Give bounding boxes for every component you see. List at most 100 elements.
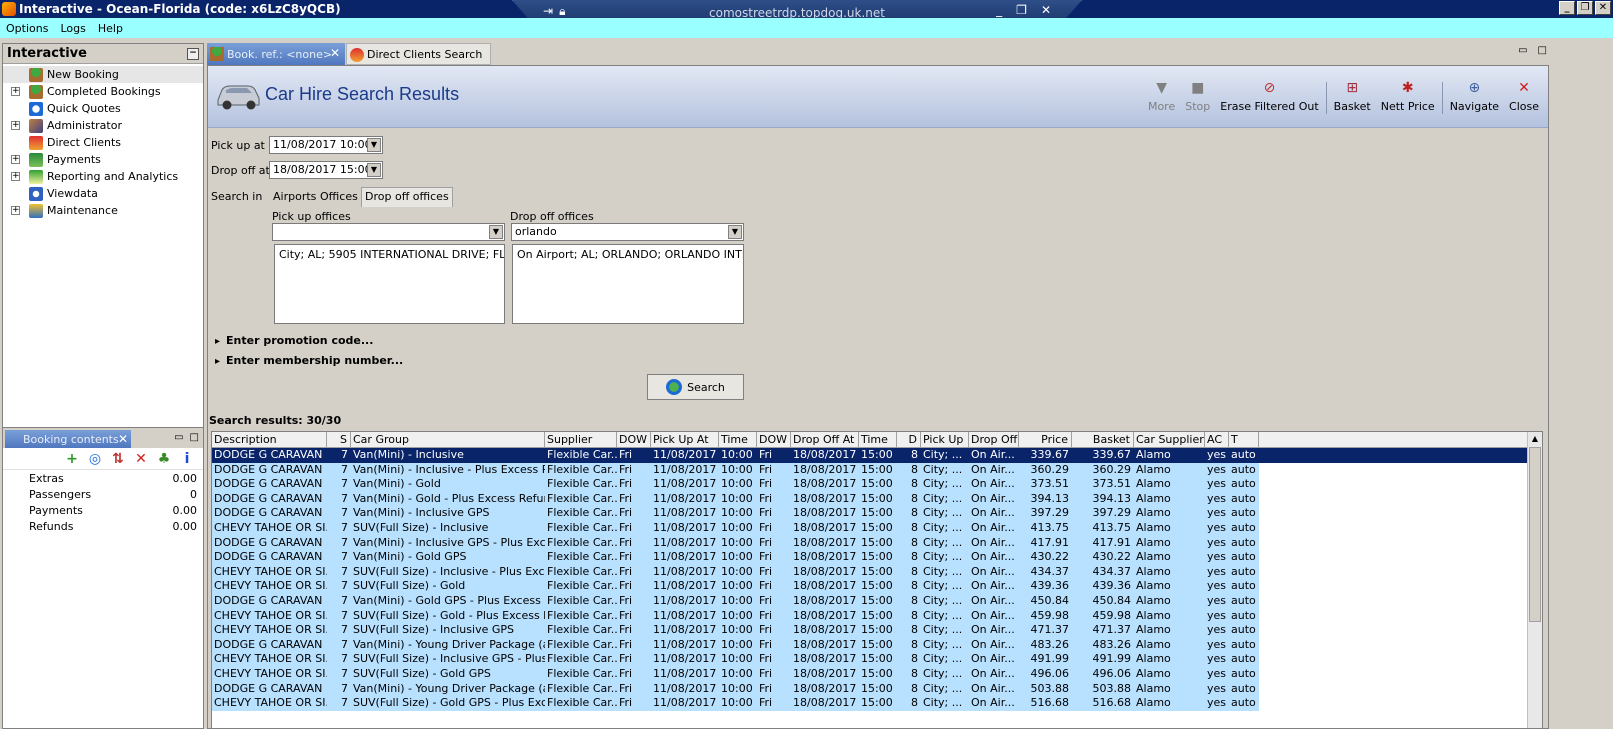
table-row[interactable]: CHEVY TAHOE OR SI... 7 SUV(Full Size) - In… [212,520,1542,536]
scroll-up-icon[interactable]: ▲ [1528,432,1542,446]
basket-button[interactable]: ⊞ Basket [1329,80,1376,124]
maximize-document-icon[interactable]: □ [1538,45,1547,56]
promotion-code-expander[interactable]: Enter promotion code... [215,334,373,347]
sidebar-item-payments[interactable]: + Payments [3,151,203,168]
table-row[interactable]: CHEVY TAHOE OR SI... 7 SUV(Full Size) - Go… [212,579,1542,594]
pickup-datetime-field[interactable]: 11/08/2017 10:00 ▼ [269,136,383,154]
list-item[interactable]: City; AL; 5905 INTERNATIONAL DRIVE; FLO.… [279,248,504,261]
membership-number-expander[interactable]: Enter membership number... [215,354,403,367]
table-row[interactable]: DODGE G CARAVAN ... 7 Van(Mini) - Young Dr… [212,637,1542,653]
table-row[interactable]: DODGE G CARAVAN ... 7 Van(Mini) - Gold - P… [212,491,1542,507]
column-header[interactable]: Time [719,432,757,447]
maximize-panel-icon[interactable]: □ [190,432,199,443]
expand-icon[interactable]: + [11,155,20,164]
vertical-scrollbar[interactable]: ▲ [1527,432,1542,728]
column-header[interactable]: Supplier [545,432,617,447]
column-header[interactable]: Price [1019,432,1072,447]
sidebar-item-completed-bookings[interactable]: + Completed Bookings [3,83,203,100]
minimize-button[interactable]: _ [1559,1,1575,15]
pin-icon[interactable]: ⇥ [543,4,553,19]
sidebar-item-viewdata[interactable]: Viewdata [3,185,203,202]
column-header[interactable]: T [1229,432,1259,447]
table-row[interactable]: DODGE G CARAVAN ... 7 Van(Mini) - Young Dr… [212,681,1542,697]
expand-icon[interactable]: + [11,121,20,130]
column-header[interactable]: Car Group [351,432,545,447]
column-header[interactable]: DOW [617,432,651,447]
sidebar-item-administrator[interactable]: + Administrator [3,117,203,134]
table-row[interactable]: CHEVY TAHOE OR SI... 7 SUV(Full Size) - In… [212,623,1542,638]
search-button[interactable]: Search [647,374,744,400]
table-row[interactable]: CHEVY TAHOE OR SI... 7 SUV(Full Size) - In… [212,652,1542,667]
scrollbar-thumb[interactable] [1529,447,1541,622]
table-row[interactable]: DODGE G CARAVAN ... 7 Van(Mini) - Inclusiv… [212,448,1542,463]
column-header[interactable]: S [327,432,351,447]
minimize-document-icon[interactable]: ▭ [1518,45,1527,56]
pickup-offices-input[interactable]: ▼ [272,223,505,241]
expand-icon[interactable]: + [11,172,20,181]
table-row[interactable]: DODGE G CARAVAN ... 7 Van(Mini) - Inclusiv… [212,506,1542,521]
column-header[interactable]: Drop Off [969,432,1019,447]
menu-logs[interactable]: Logs [54,22,91,35]
rdp-minimize-button[interactable]: _ [996,3,1002,17]
column-header[interactable]: Description [212,432,327,447]
column-header[interactable]: AC [1205,432,1229,447]
table-row[interactable]: DODGE G CARAVAN ... 7 Van(Mini) - Gold Flex… [212,477,1542,492]
sidebar-item-direct-clients[interactable]: Direct Clients [3,134,203,151]
column-header[interactable]: Drop Off At [791,432,859,447]
menu-options[interactable]: Options [0,22,54,35]
column-header[interactable]: Car Supplier [1134,432,1205,447]
close-view-button[interactable]: ✕ Close [1504,80,1544,124]
tab-booking-reference[interactable]: Book. ref.: <none> ✕ [207,43,345,65]
expand-icon[interactable]: + [11,87,20,96]
column-header[interactable]: D [897,432,921,447]
search-tab-offices[interactable]: Offices [317,188,361,208]
table-row[interactable]: CHEVY TAHOE OR SI... 7 SUV(Full Size) - Go… [212,608,1542,624]
dropoff-datetime-field[interactable]: 18/08/2017 15:00 ▼ [269,161,383,179]
search-tab-airports[interactable]: Airports [270,188,319,208]
column-header[interactable]: Pick Up At [651,432,719,447]
info-icon[interactable]: i [179,451,195,467]
close-button[interactable]: ✕ [1595,1,1611,15]
dropoff-offices-input[interactable]: orlando ▼ [511,223,744,241]
table-row[interactable]: DODGE G CARAVAN ... 7 Van(Mini) - Inclusiv… [212,535,1542,551]
sidebar-item-maintenance[interactable]: + Maintenance [3,202,203,219]
list-item[interactable]: On Airport; AL; ORLANDO; ORLANDO INTER..… [517,248,743,261]
close-tab-icon[interactable]: ✕ [330,46,340,60]
sidebar-item-new-booking[interactable]: New Booking [3,66,203,83]
rdp-restore-button[interactable]: ❐ [1016,3,1027,17]
minimize-panel-icon[interactable]: ▭ [174,432,183,443]
column-header[interactable]: Time [859,432,897,447]
table-row[interactable]: DODGE G CARAVAN ... 7 Van(Mini) - Inclusiv… [212,462,1542,478]
chevron-down-icon[interactable]: ▼ [489,225,503,239]
restore-button[interactable]: ❐ [1577,1,1593,15]
chevron-down-icon[interactable]: ▼ [728,225,742,239]
nett-price-button[interactable]: ✱ Nett Price [1376,80,1440,124]
expand-icon[interactable]: + [11,206,20,215]
add-icon[interactable]: + [64,451,80,467]
stop-button[interactable]: ■ Stop [1180,80,1215,124]
search-tab-drop-off-offices[interactable]: Drop off offices [361,187,453,207]
delete-icon[interactable]: ✕ [133,451,149,467]
table-row[interactable]: DODGE G CARAVAN ... 7 Van(Mini) - Gold GPS… [212,593,1542,609]
sidebar-item-reporting[interactable]: + Reporting and Analytics [3,168,203,185]
tab-booking-contents[interactable]: Booking contents ✕ [5,430,131,448]
rdp-close-button[interactable]: ✕ [1041,3,1051,17]
erase-filtered-out-button[interactable]: ⊘ Erase Filtered Out [1215,80,1323,124]
tab-direct-clients-search[interactable]: Direct Clients Search [346,43,491,65]
column-header[interactable]: Pick Up [921,432,969,447]
close-tab-icon[interactable]: ✕ [118,432,128,446]
column-header[interactable]: Basket [1072,432,1134,447]
menu-help[interactable]: Help [92,22,129,35]
navigate-button[interactable]: ⊕ Navigate [1445,80,1504,124]
chevron-down-icon[interactable]: ▼ [367,138,381,152]
table-row[interactable]: CHEVY TAHOE OR SI... 7 SUV(Full Size) - In… [212,564,1542,580]
table-row[interactable]: CHEVY TAHOE OR SI... 7 SUV(Full Size) - Go… [212,696,1542,711]
chevron-down-icon[interactable]: ▼ [367,163,381,177]
table-row[interactable]: DODGE G CARAVAN ... 7 Van(Mini) - Gold GPS… [212,550,1542,565]
palm-tree-icon[interactable]: ♣ [156,451,172,467]
move-icon[interactable]: ⇅ [110,451,126,467]
sidebar-item-quick-quotes[interactable]: Quick Quotes [3,100,203,117]
pickup-offices-list[interactable]: City; AL; 5905 INTERNATIONAL DRIVE; FLO.… [274,244,505,324]
table-row[interactable]: CHEVY TAHOE OR SI... 7 SUV(Full Size) - Go… [212,666,1542,682]
column-header[interactable]: DOW [757,432,791,447]
